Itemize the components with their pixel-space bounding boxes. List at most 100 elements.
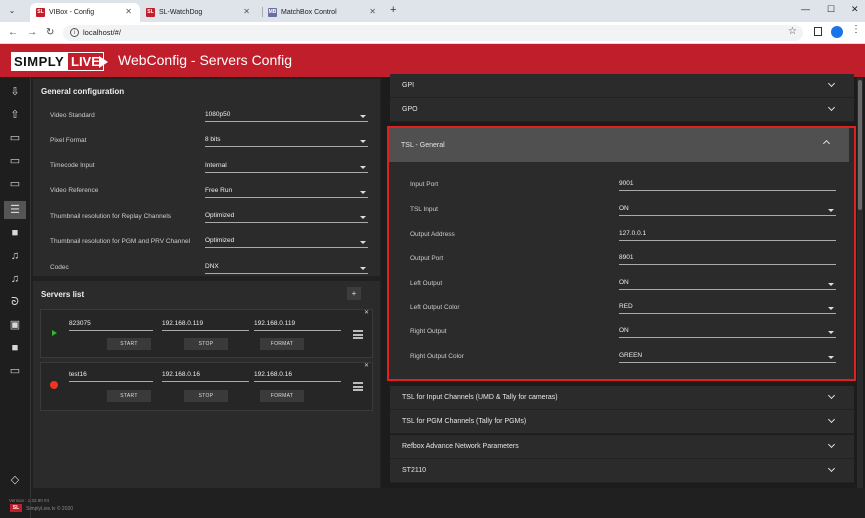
start-button[interactable]: START [107,390,151,402]
tsl-label: Left Output [410,280,443,287]
left-output-color-select[interactable]: RED [619,303,836,314]
file-import-icon[interactable]: ⇩ [8,85,22,99]
monitor-down-icon[interactable]: ▭ [8,154,22,168]
version-text: Version : 1.33.90 #4 [9,498,50,503]
add-server-button[interactable]: + [347,287,361,300]
server-ip-field[interactable]: 192.168.0.16 [162,371,249,382]
bookmark-star-icon[interactable]: ☆ [788,26,797,37]
server-entry [40,362,373,411]
laptop-icon[interactable]: ▭ [8,364,22,378]
server-ip-field[interactable]: 192.168.0.119 [162,320,249,331]
servers-list-icon[interactable]: ☰ [4,201,26,219]
browser-tab-watchdog[interactable]: SL SL-WatchDog ✕ [140,3,258,22]
camera-icon[interactable]: ■ [8,226,22,240]
thumbnail-replay-select[interactable]: Optimized [205,212,368,223]
right-output-color-select[interactable]: GREEN [619,352,836,363]
tab-label: MatchBox Control [281,9,337,16]
dropdown-arrow-icon [360,216,366,219]
format-button[interactable]: FORMAT [260,390,304,402]
video-standard-select[interactable]: 1080p50 [205,111,368,122]
drag-handle-icon[interactable] [353,382,363,391]
url-text: localhost/#/ [83,28,121,37]
headset-icon[interactable]: ♫ [8,249,22,263]
accordion-tsl-input-channels[interactable]: TSL for Input Channels (UMD & Tally for … [390,386,854,410]
url-input[interactable]: i localhost/#/ [63,25,803,41]
accordion-refbox-network[interactable]: Refbox Advance Network Parameters [390,435,854,459]
about-diamond-icon[interactable]: ◇ [8,473,22,487]
new-tab-button[interactable]: + [390,4,396,16]
reload-icon[interactable]: ↻ [46,27,54,38]
server-name-field[interactable]: test16 [69,371,153,382]
file-export-icon[interactable]: ⇧ [8,108,22,122]
remove-server-icon[interactable]: ✕ [364,309,369,316]
close-tab-icon[interactable]: ✕ [125,7,132,16]
setting-label: Thumbnail resolution for PGM and PRV Cha… [50,238,191,245]
start-button[interactable]: START [107,338,151,350]
video-reference-select[interactable]: Free Run [205,187,368,198]
output-address-field[interactable]: 127.0.0.1 [619,230,836,241]
tab-search-icon[interactable]: ⌄ [5,4,19,18]
address-bar: ← → ↻ i localhost/#/ [0,22,865,44]
thumbnail-pgm-select[interactable]: Optimized [205,237,368,248]
tab-label: SL-WatchDog [159,9,203,16]
format-button[interactable]: FORMAT [260,338,304,350]
left-output-select[interactable]: ON [619,279,836,290]
pixel-format-select[interactable]: 8 bits [205,136,368,147]
accordion-gpo[interactable]: GPO [390,98,854,122]
accordion-label: GPO [402,106,418,113]
scrollbar-thumb[interactable] [858,80,862,210]
remove-server-icon[interactable]: ✕ [364,362,369,369]
monitor-up-icon[interactable]: ▭ [8,131,22,145]
tsl-label: Right Output Color [410,353,464,360]
servers-list-title: Servers list [41,290,85,299]
drag-handle-icon[interactable] [353,330,363,339]
browser-tab-vibox-config[interactable]: SL VIBox - Config ✕ [30,3,140,22]
timecode-input-select[interactable]: Internal [205,162,368,173]
stop-button[interactable]: STOP [184,338,228,350]
server-ip-field[interactable]: 192.168.0.16 [254,371,341,382]
monitor-settings-icon[interactable]: ▭ [8,177,22,191]
server-name-field[interactable]: 823075 [69,320,153,331]
logo-play-icon [99,56,108,68]
forward-icon[interactable]: → [27,27,37,38]
input-port-field[interactable]: 9001 [619,180,836,191]
tsl-general-header[interactable]: TSL - General [389,128,849,162]
close-tab-icon[interactable]: ✕ [243,7,250,16]
close-tab-icon[interactable]: ✕ [369,7,376,16]
general-config-title: General configuration [41,87,125,96]
headphones-icon[interactable]: ♫ [8,272,22,286]
select-value: RED [619,303,633,310]
server-ip-field[interactable]: 192.168.0.119 [254,320,341,331]
setting-label: Video Standard [50,112,95,119]
side-panel-icon[interactable] [814,27,822,36]
dropdown-arrow-icon [828,331,834,334]
tab-label: VIBox - Config [49,9,95,16]
accordion-st2110[interactable]: ST2110 [390,459,854,483]
tsl-label: Output Port [410,255,444,262]
right-output-select[interactable]: ON [619,327,836,338]
chevron-down-icon [827,103,836,112]
monitor-gear-icon[interactable]: ▣ [8,318,22,332]
profile-avatar-icon[interactable] [831,26,843,38]
select-value: GREEN [619,352,643,359]
accordion-gpi[interactable]: GPI [390,74,854,98]
output-port-field[interactable]: 8901 [619,254,836,265]
info-icon[interactable]: i [70,28,79,37]
dropdown-arrow-icon [360,191,366,194]
browser-tab-matchbox[interactable]: MB MatchBox Control ✕ [262,3,384,22]
ear-icon[interactable]: ᘐ [8,295,22,309]
select-value: 1080p50 [205,111,231,118]
browser-menu-icon[interactable]: ⋮ [851,24,861,35]
close-window-icon[interactable]: ✕ [851,4,859,15]
stop-button[interactable]: STOP [184,390,228,402]
back-icon[interactable]: ← [8,27,18,38]
chevron-down-icon [827,415,836,424]
codec-select[interactable]: DNX [205,263,368,274]
accordion-tsl-pgm-channels[interactable]: TSL for PGM Channels (Tally for PGMs) [390,410,854,434]
tsl-input-select[interactable]: ON [619,205,836,216]
minimize-icon[interactable]: — [801,4,810,14]
select-value: Free Run [205,187,233,194]
video-camera-icon[interactable]: ■ [8,341,22,355]
select-value: Internal [205,162,227,169]
maximize-icon[interactable]: ☐ [827,4,835,15]
